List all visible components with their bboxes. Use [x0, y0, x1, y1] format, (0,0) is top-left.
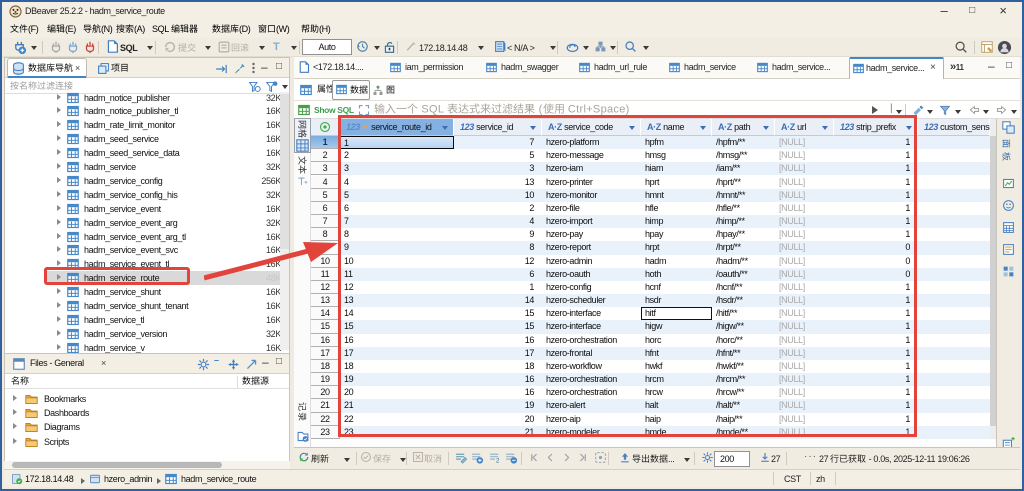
svg-text:2: 2	[496, 457, 500, 464]
